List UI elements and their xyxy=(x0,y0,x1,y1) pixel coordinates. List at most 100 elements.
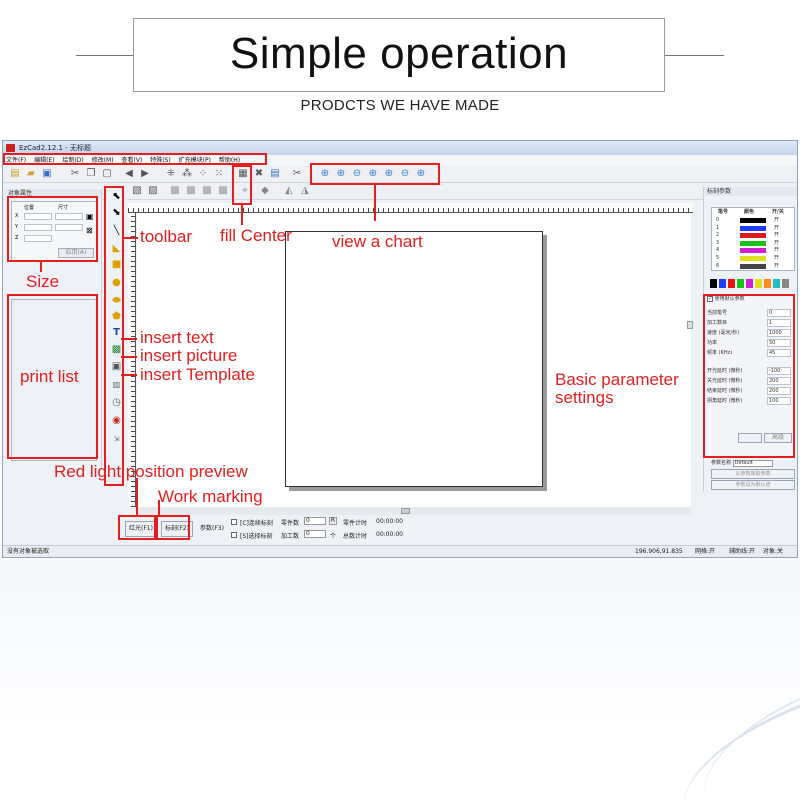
undo-icon[interactable]: ◀ xyxy=(123,168,135,180)
pen-state[interactable]: 开 xyxy=(774,263,779,270)
lock-a-icon[interactable]: ▩ xyxy=(169,185,181,197)
paste-icon[interactable]: ▢ xyxy=(101,168,113,180)
pen-color-swatch[interactable] xyxy=(740,218,766,223)
work-area[interactable] xyxy=(285,231,543,487)
params-highlight xyxy=(703,294,795,458)
window-title: EzCad2.12.1 - 无标题 xyxy=(19,144,91,152)
pen-color-swatch[interactable] xyxy=(740,263,766,269)
open-file-icon[interactable]: ▰ xyxy=(25,168,37,180)
pen-row[interactable]: 1开 xyxy=(714,225,794,232)
pen-state[interactable]: 开 xyxy=(774,240,779,247)
reset-part-button[interactable]: R xyxy=(329,517,337,525)
pen-row[interactable]: 5开 xyxy=(714,255,794,262)
processed-input[interactable]: 0 xyxy=(304,530,326,538)
insert-picture-leader xyxy=(121,356,137,358)
align-tool-icon[interactable]: ▧ xyxy=(131,185,143,197)
unit-label: 个 xyxy=(330,533,337,540)
status-message: 没有对象被选取 xyxy=(7,548,50,555)
pen-row[interactable]: 4开 xyxy=(714,247,794,254)
load-params-button[interactable]: 从参数库取参数 xyxy=(711,469,795,479)
pen-row[interactable]: 2开 xyxy=(714,232,794,239)
new-file-icon[interactable]: ▤ xyxy=(9,168,21,180)
palette-color[interactable] xyxy=(710,279,717,288)
pen-color-swatch[interactable] xyxy=(740,225,766,231)
lock-c-icon[interactable]: ▩ xyxy=(201,185,213,197)
palette-color[interactable] xyxy=(755,279,762,288)
label-red-light: Red light position preview xyxy=(54,462,248,481)
select-mark-checkbox[interactable] xyxy=(231,532,237,538)
palette-color[interactable] xyxy=(773,279,780,288)
label-size: Size xyxy=(26,272,60,291)
hscroll-thumb[interactable] xyxy=(401,508,410,514)
pen-color-swatch[interactable] xyxy=(740,256,766,261)
ungroup-icon[interactable]: ⁘ xyxy=(197,168,209,180)
hscroll[interactable] xyxy=(137,507,691,515)
lock-d-icon[interactable]: ▩ xyxy=(217,185,229,197)
pen-color-swatch[interactable] xyxy=(740,240,766,246)
pen-color-swatch[interactable] xyxy=(740,248,766,254)
pen-row[interactable]: 6开 xyxy=(714,263,794,270)
mark-params-title: 标刻参数 xyxy=(704,187,797,196)
page-title: Simple operation xyxy=(229,29,569,78)
pen-number: 2 xyxy=(716,232,720,239)
param-name-input[interactable]: Default xyxy=(732,460,773,467)
doc-icon[interactable]: ▤ xyxy=(269,168,281,180)
node-tool-icon[interactable]: ⁜ xyxy=(165,168,177,180)
pen-state[interactable]: 开 xyxy=(774,247,779,254)
redo-icon[interactable]: ▶ xyxy=(139,168,151,180)
fill-center-highlight xyxy=(232,165,252,205)
mirror-v-icon[interactable]: ◮ xyxy=(299,185,311,197)
param-button[interactable]: 参数(F3) xyxy=(197,521,227,537)
param-name-label: 参数名称 xyxy=(711,460,732,466)
pen-state[interactable]: 开 xyxy=(774,225,779,232)
lock-b-icon[interactable]: ▩ xyxy=(185,185,197,197)
header-rule-right xyxy=(664,55,724,56)
page-subtitle: PRODCTS WE HAVE MADE xyxy=(300,97,500,114)
pen-row[interactable]: 0开 xyxy=(714,217,794,224)
app-logo-icon xyxy=(6,144,15,152)
color-palette[interactable] xyxy=(710,279,794,288)
scissors-icon[interactable]: ✂ xyxy=(291,168,303,180)
pen-row[interactable]: 3开 xyxy=(714,240,794,247)
select-mark-label: [S]选择标刻 xyxy=(240,533,273,540)
status-object: 对象:关 xyxy=(763,548,784,555)
save-icon[interactable]: ▣ xyxy=(41,168,53,180)
tag-icon[interactable]: ◆ xyxy=(259,185,271,197)
size-highlight xyxy=(7,196,98,262)
pen-color-swatch[interactable] xyxy=(740,233,766,239)
part-time-value: 00:00:00 xyxy=(376,518,403,525)
pen-state[interactable]: 开 xyxy=(774,255,779,262)
tools-icon[interactable]: ✖ xyxy=(253,168,265,180)
palette-color[interactable] xyxy=(746,279,753,288)
palette-color[interactable] xyxy=(728,279,735,288)
select-all-icon[interactable]: ⁙ xyxy=(213,168,225,180)
continuous-checkbox[interactable] xyxy=(231,519,237,525)
mirror-h-icon[interactable]: ◭ xyxy=(283,185,295,197)
palette-color[interactable] xyxy=(719,279,726,288)
distribute-icon[interactable]: ▨ xyxy=(147,185,159,197)
red-light-leader xyxy=(136,478,138,515)
vscroll-thumb[interactable] xyxy=(687,321,693,329)
cut-icon[interactable]: ✂ xyxy=(69,168,81,180)
status-grid: 网格:开 xyxy=(695,548,716,555)
palette-color[interactable] xyxy=(764,279,771,288)
palette-color[interactable] xyxy=(782,279,789,288)
page: Simple operation PRODCTS WE HAVE MADE Ez… xyxy=(0,0,800,800)
total-time-value: 00:00:00 xyxy=(376,531,403,538)
pen-number: 3 xyxy=(716,239,720,246)
header-rule-left xyxy=(76,55,134,56)
param-name-row: 参数名称 Default xyxy=(711,459,773,467)
pen-state[interactable]: 开 xyxy=(774,232,779,239)
pen-table[interactable]: 笔号 颜色 开/关 0开1开2开3开4开5开6开 xyxy=(711,207,795,271)
part-count-label: 零件数 xyxy=(281,520,300,527)
save-default-button[interactable]: 参数设为默认值 xyxy=(711,480,795,490)
marking-highlight xyxy=(156,515,190,540)
pen-state[interactable]: 开 xyxy=(774,217,779,224)
group-icon[interactable]: ⁂ xyxy=(181,168,193,180)
pen-table-header: 笔号 颜色 开/关 xyxy=(714,209,794,216)
palette-color[interactable] xyxy=(737,279,744,288)
part-count-input[interactable]: 0 xyxy=(304,517,326,525)
zoom-highlight xyxy=(310,163,440,185)
copy-icon[interactable]: ❐ xyxy=(85,168,97,180)
label-work-marking: Work marking xyxy=(158,487,263,506)
